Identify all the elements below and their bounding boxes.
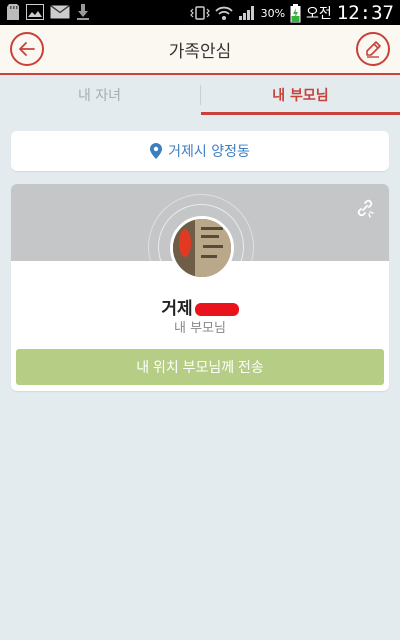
name-redaction bbox=[194, 302, 239, 316]
status-bar: 30% 오전 12:37 bbox=[0, 0, 400, 25]
map-pin-icon bbox=[150, 143, 163, 159]
parent-profile-card: 거제 내 부모님 내 위치 부모님께 전송 bbox=[11, 184, 389, 391]
wifi-icon bbox=[214, 6, 233, 20]
profile-name-text: 거제 bbox=[161, 299, 193, 319]
tab-bar: 내 자녀 내 부모님 bbox=[0, 75, 400, 115]
tab-my-children-label: 내 자녀 bbox=[77, 88, 122, 104]
active-tab-indicator bbox=[201, 112, 400, 115]
tab-my-children[interactable]: 내 자녀 bbox=[0, 75, 199, 115]
avatar-photo bbox=[173, 219, 231, 277]
location-card[interactable]: 거제시 양정동 bbox=[11, 131, 389, 171]
edit-button[interactable] bbox=[356, 32, 390, 66]
clock-ampm: 오전 bbox=[306, 6, 332, 22]
image-icon bbox=[26, 4, 44, 20]
clock-time: 12:37 bbox=[336, 2, 394, 24]
link-icon bbox=[357, 199, 374, 218]
page-title: 가족안심 bbox=[168, 42, 232, 62]
status-bar-notifications bbox=[6, 3, 90, 21]
mail-icon bbox=[50, 5, 70, 19]
send-location-button[interactable]: 내 위치 부모님께 전송 bbox=[16, 349, 384, 385]
avatar[interactable] bbox=[170, 216, 234, 280]
link-button[interactable] bbox=[355, 198, 375, 222]
vibrate-icon bbox=[189, 6, 210, 20]
download-icon bbox=[77, 4, 89, 20]
status-bar-system: 30% 오전 12:37 bbox=[189, 2, 394, 24]
location-text: 거제시 양정동 bbox=[168, 144, 250, 160]
tab-my-parents-label: 내 부모님 bbox=[272, 88, 329, 104]
tab-my-parents[interactable]: 내 부모님 bbox=[201, 75, 400, 115]
app-header: 가족안심 bbox=[0, 25, 400, 75]
profile-name: 거제 bbox=[11, 294, 389, 319]
pencil-icon bbox=[366, 41, 381, 58]
battery-charging-icon bbox=[290, 3, 301, 22]
battery-percent: 30% bbox=[260, 6, 286, 20]
profile-relation: 내 부모님 bbox=[174, 321, 226, 336]
signal-icon bbox=[238, 6, 254, 20]
sd-card-icon bbox=[7, 4, 19, 20]
